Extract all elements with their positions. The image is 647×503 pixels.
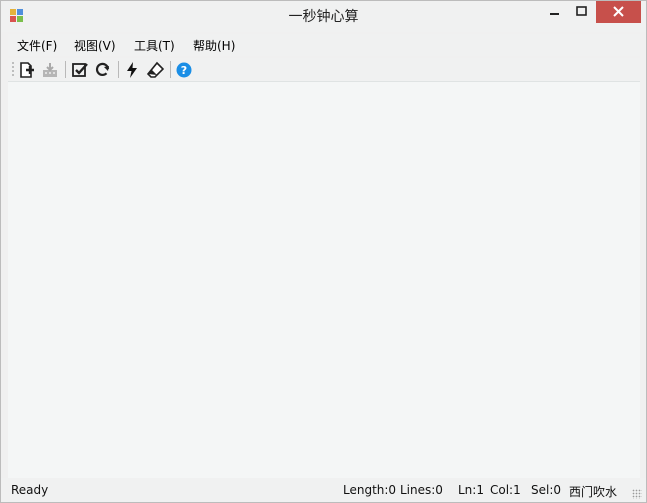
help-button[interactable]: ?: [175, 61, 193, 79]
status-bar: Ready Length:0 Lines:0 Ln:1 Col:1 Sel:0 …: [1, 478, 646, 502]
status-selection: Sel:0: [531, 483, 562, 497]
save-button[interactable]: [41, 61, 59, 79]
eraser-icon: [146, 61, 165, 78]
menu-file[interactable]: 文件(F): [15, 37, 59, 54]
status-author: 西门吹水: [569, 485, 618, 499]
maximize-button[interactable]: [568, 1, 595, 23]
help-icon: ?: [176, 62, 192, 78]
menu-help[interactable]: 帮助(H): [191, 37, 237, 54]
status-lines: Lines:0: [400, 483, 443, 497]
app-window: 一秒钟心算 文件(F) 视图(V) 工具(T) 帮助(H) ? Ready Le…: [0, 0, 647, 503]
close-icon: [613, 6, 624, 17]
checkbox-check-icon: [72, 63, 88, 77]
save-disabled-icon: [43, 63, 57, 77]
menu-view[interactable]: 视图(V): [72, 37, 118, 54]
status-column: Col:1: [490, 483, 521, 497]
resize-grip[interactable]: [632, 489, 642, 499]
status-ready: Ready: [11, 483, 49, 497]
status-length: Length:0: [343, 483, 397, 497]
refresh-button[interactable]: [94, 61, 112, 79]
close-button[interactable]: [596, 1, 641, 23]
svg-text:?: ?: [181, 64, 187, 77]
toolbar-separator: [65, 61, 66, 78]
title-bar[interactable]: 一秒钟心算: [1, 1, 646, 32]
lightning-icon: [127, 62, 137, 78]
refresh-icon: [95, 62, 110, 76]
new-file-plus-icon: [20, 62, 34, 78]
maximize-icon: [576, 6, 587, 16]
status-line-number: Ln:1: [458, 483, 484, 497]
new-button[interactable]: [18, 61, 36, 79]
toolbar: ?: [8, 58, 640, 82]
lightning-button[interactable]: [123, 61, 141, 79]
menu-tools[interactable]: 工具(T): [132, 37, 177, 54]
menu-bar: 文件(F) 视图(V) 工具(T) 帮助(H): [8, 34, 640, 56]
editor-area[interactable]: [8, 82, 640, 478]
toolbar-separator: [170, 61, 171, 78]
minimize-icon: [550, 13, 559, 15]
check-button[interactable]: [71, 61, 89, 79]
toolbar-grip[interactable]: [12, 61, 14, 78]
minimize-button[interactable]: [541, 1, 567, 23]
eraser-button[interactable]: [146, 61, 165, 79]
toolbar-separator: [118, 61, 119, 78]
